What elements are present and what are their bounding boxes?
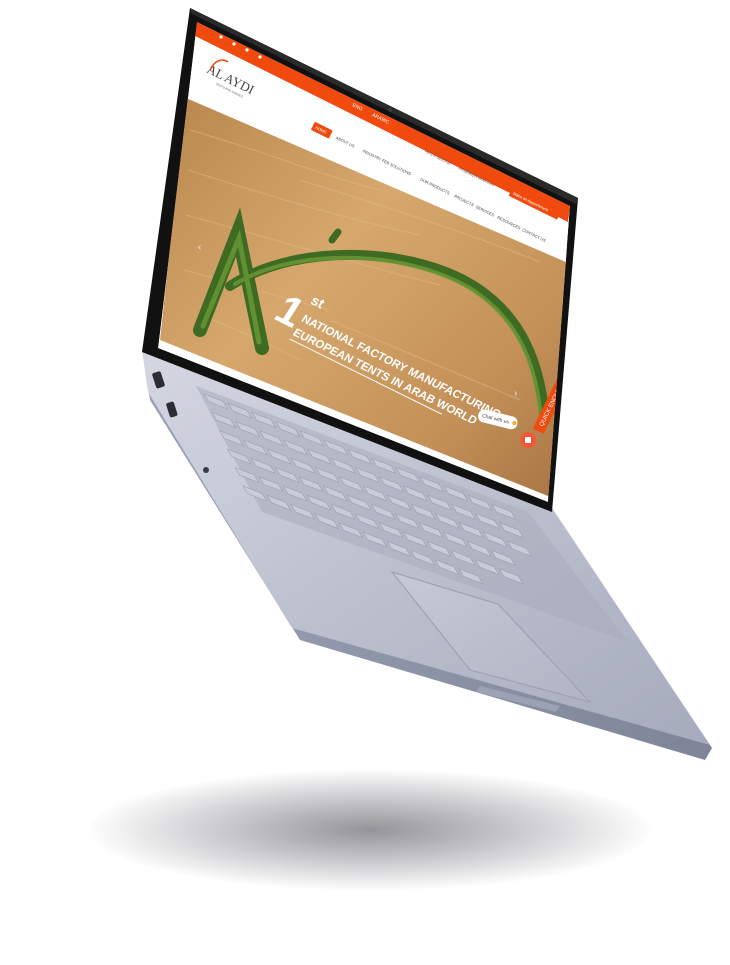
linkedin-icon[interactable] xyxy=(245,48,249,52)
audio-jack xyxy=(203,467,209,473)
webcam xyxy=(388,108,392,112)
slider-prev-icon[interactable]: ‹ xyxy=(198,242,201,253)
laptop-illustration: ENG ARABIC AL AYDI TENTS AND SHADES +971… xyxy=(142,8,712,760)
twitter-icon[interactable] xyxy=(232,42,236,46)
slider-next-icon[interactable]: › xyxy=(514,388,517,399)
product-photo: ENG ARABIC AL AYDI TENTS AND SHADES +971… xyxy=(0,0,730,965)
instagram-icon[interactable] xyxy=(258,55,262,59)
facebook-icon[interactable] xyxy=(219,35,223,39)
